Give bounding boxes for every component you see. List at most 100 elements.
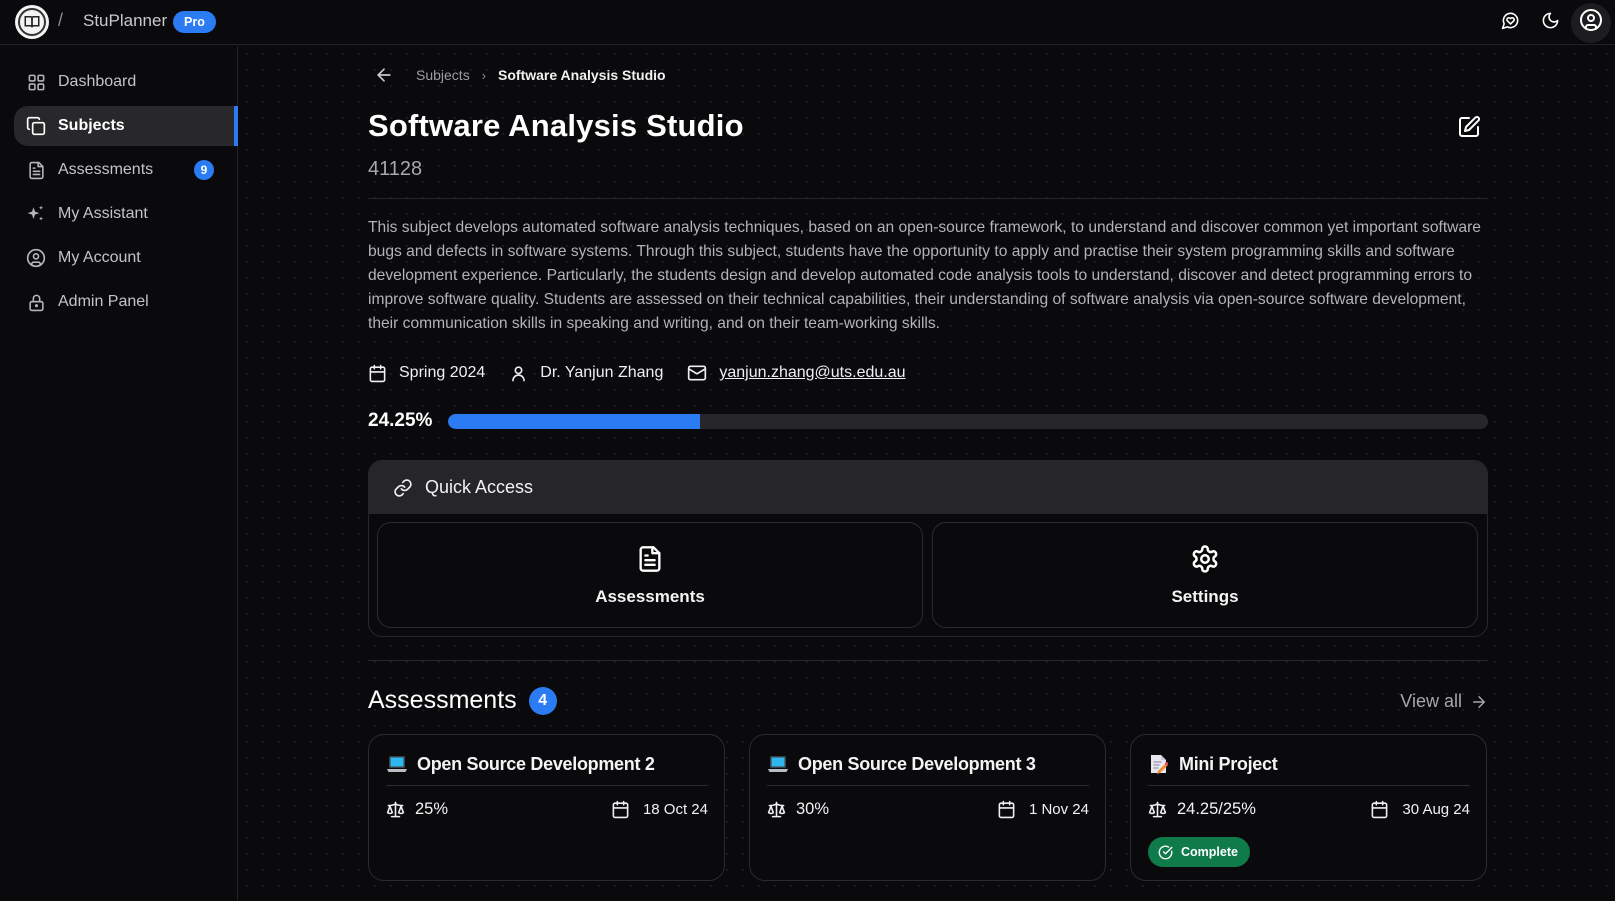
book-logo-icon <box>18 8 46 36</box>
sidebar: Dashboard Subjects Assessments 9 My Assi… <box>0 46 238 901</box>
assessment-title: Open Source Development 3 <box>767 753 1036 775</box>
sidebar-item-label: My Assistant <box>58 205 148 222</box>
sparkles-icon <box>26 204 46 224</box>
user-menu-button[interactable] <box>1571 2 1611 43</box>
top-bar: / StuPlanner Pro <box>0 0 1615 45</box>
dark-mode-moon-icon <box>1541 11 1560 35</box>
calendar-icon <box>611 800 630 819</box>
progress-fill <box>448 414 701 429</box>
divider <box>368 198 1488 199</box>
divider <box>386 785 708 786</box>
status-text: Complete <box>1181 845 1238 859</box>
assessment-weight: 24.25/25% <box>1148 800 1256 819</box>
subject-progress: 24.25% <box>368 409 1488 433</box>
back-button[interactable] <box>372 64 396 86</box>
divider <box>1148 785 1470 786</box>
coordinator-name: Dr. Yanjun Zhang <box>540 364 664 381</box>
subjects-copy-icon <box>26 116 46 136</box>
dashboard-grid-icon <box>26 72 46 92</box>
due-date-value: 18 Oct 24 <box>642 801 708 818</box>
assessment-name: Open Source Development 2 <box>417 753 655 774</box>
assessment-card[interactable]: Open Source Development 3 30% 1 Nov 24 <box>749 734 1106 881</box>
subject-code: 41128 <box>368 158 423 180</box>
sidebar-item-label: My Account <box>58 249 141 266</box>
sidebar-item-my-assistant[interactable]: My Assistant <box>14 194 238 234</box>
view-all-label: View all <box>1400 691 1462 711</box>
progress-label: 24.25% <box>368 410 433 431</box>
user-circle-icon <box>26 248 46 268</box>
user-icon <box>509 364 528 383</box>
assessment-title: Mini Project <box>1148 753 1278 775</box>
scale-icon <box>386 800 405 819</box>
sidebar-item-label: Admin Panel <box>58 293 149 310</box>
arrow-right-icon <box>1470 693 1488 711</box>
sidebar-item-label: Subjects <box>58 117 125 134</box>
mail-icon <box>687 363 707 383</box>
feedback-heart-icon <box>1501 11 1520 35</box>
pro-badge: Pro <box>173 11 216 33</box>
view-all-link[interactable]: View all <box>1400 691 1488 712</box>
sidebar-item-dashboard[interactable]: Dashboard <box>14 62 238 102</box>
page-title: Software Analysis Studio <box>368 108 744 143</box>
divider <box>368 660 1488 661</box>
memo-icon <box>1148 753 1170 775</box>
file-text-icon <box>26 160 46 180</box>
app-logo[interactable] <box>15 5 49 39</box>
arrow-left-icon <box>377 68 391 82</box>
assessment-due-date: 30 Aug 24 <box>1370 800 1470 819</box>
edit-pencil-icon <box>1459 116 1480 137</box>
calendar-icon <box>1370 800 1389 819</box>
scale-icon <box>1148 800 1167 819</box>
top-actions <box>1490 0 1615 45</box>
assessment-weight: 30% <box>767 800 829 819</box>
gear-icon <box>1190 543 1220 575</box>
laptop-icon <box>767 753 789 775</box>
tile-label: Settings <box>1171 587 1239 606</box>
divider <box>767 785 1089 786</box>
sidebar-item-label: Dashboard <box>58 73 137 90</box>
app-name[interactable]: StuPlanner <box>83 11 167 31</box>
status-badge: Complete <box>1148 837 1250 867</box>
calendar-icon <box>368 364 387 383</box>
subject-meta: Spring 2024 Dr. Yanjun Zhang yanjun.zhan… <box>368 361 930 385</box>
sidebar-item-subjects[interactable]: Subjects <box>14 106 238 146</box>
file-text-icon <box>636 543 664 575</box>
term-text: Spring 2024 <box>399 364 486 381</box>
feedback-button[interactable] <box>1490 3 1530 43</box>
check-circle-icon <box>1158 845 1173 860</box>
assessment-due-date: 1 Nov 24 <box>997 800 1089 819</box>
weight-value: 25% <box>415 800 449 818</box>
assessments-section-title: Assessments 4 <box>368 686 557 715</box>
quick-access-assessments[interactable]: Assessments <box>377 522 923 628</box>
assessments-count-badge: 9 <box>194 160 214 180</box>
assessment-card[interactable]: Open Source Development 2 25% 18 Oct 24 <box>368 734 725 881</box>
breadcrumb-current: Software Analysis Studio <box>498 67 666 83</box>
assessments-heading: Assessments <box>368 686 517 714</box>
assessment-name: Mini Project <box>1179 753 1278 774</box>
assessment-weight: 25% <box>386 800 448 819</box>
coordinator-email-link[interactable]: yanjun.zhang@uts.edu.au <box>719 364 905 382</box>
assessment-card[interactable]: Mini Project 24.25/25% 30 Aug 24 Complet <box>1130 734 1487 881</box>
sidebar-item-my-account[interactable]: My Account <box>14 238 238 278</box>
edit-subject-button[interactable] <box>1455 113 1483 141</box>
lock-icon <box>26 292 46 312</box>
quick-access-panel: Quick Access Assessments Settings <box>368 460 1488 637</box>
progress-bar <box>448 414 1488 429</box>
subject-description: This subject develops automated software… <box>368 219 1481 332</box>
breadcrumb-subjects-link[interactable]: Subjects <box>416 67 470 83</box>
laptop-icon <box>386 753 408 775</box>
tile-label: Assessments <box>595 587 705 606</box>
quick-access-settings[interactable]: Settings <box>932 522 1478 628</box>
weight-value: 24.25/25% <box>1177 800 1256 818</box>
sidebar-item-admin-panel[interactable]: Admin Panel <box>14 282 238 322</box>
link-icon <box>393 478 413 498</box>
scale-icon <box>767 800 786 819</box>
quick-access-title: Quick Access <box>425 477 534 497</box>
user-account-icon <box>1579 8 1603 37</box>
due-date-value: 1 Nov 24 <box>1028 801 1089 818</box>
assessments-count-badge: 4 <box>528 686 557 715</box>
assessment-due-date: 18 Oct 24 <box>611 800 708 819</box>
assessment-title: Open Source Development 2 <box>386 753 655 775</box>
sidebar-item-assessments[interactable]: Assessments 9 <box>14 150 238 190</box>
theme-toggle-button[interactable] <box>1530 3 1570 43</box>
